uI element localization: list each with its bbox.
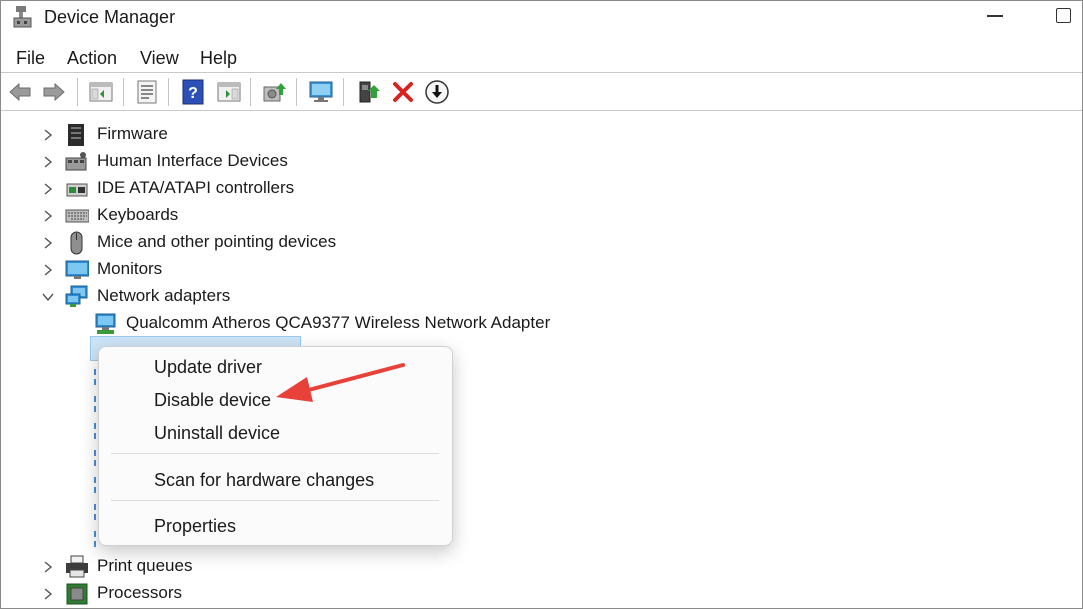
context-menu-separator [111,500,439,501]
svg-text:?: ? [188,85,198,102]
network-icon [65,285,88,307]
disable-device-icon[interactable] [424,79,450,105]
toolbar-separator [123,78,124,106]
forward-arrow-icon[interactable] [41,79,67,105]
tree-item-label: Mice and other pointing devices [97,232,337,251]
context-menu-properties[interactable]: Properties [154,516,236,537]
chevron-right-icon[interactable] [41,262,55,278]
tree-item-label: IDE ATA/ATAPI controllers [97,178,295,197]
tree-item-label: Print queues [97,556,193,575]
device-manager-app-icon [13,6,32,28]
tree-item-network-adapters[interactable]: Network adapters [1,285,1082,312]
toolbar-separator [77,78,78,106]
tree-item-label: Monitors [97,259,163,278]
tree-item-keyboards[interactable]: Keyboards [1,204,1082,231]
menu-view[interactable]: View [140,48,179,69]
enable-device-icon[interactable] [356,79,382,105]
ide-controller-icon [66,183,88,197]
chevron-right-icon[interactable] [41,181,55,197]
context-menu: Update driver Disable device Uninstall d… [98,346,453,546]
chevron-right-icon[interactable] [41,586,55,602]
tree-item-label: Processors [97,583,183,602]
context-menu-disable-device[interactable]: Disable device [154,390,271,411]
title-bar: Device Manager [1,1,1082,39]
toolbar: ? [1,73,1082,111]
chevron-right-icon[interactable] [41,559,55,575]
menu-action[interactable]: Action [67,48,117,69]
tree-item-monitors[interactable]: Monitors [1,258,1082,285]
scan-hardware-monitor-icon[interactable] [308,79,334,105]
processor-icon [66,583,88,605]
menu-help[interactable]: Help [200,48,237,69]
toolbar-separator [168,78,169,106]
hid-icon [65,152,87,171]
properties-icon[interactable] [134,79,160,105]
tree-item-human-interface-devices[interactable]: Human Interface Devices [1,150,1082,177]
chevron-right-icon[interactable] [41,154,55,170]
tree-item-label: Network adapters [97,286,231,305]
tree-item-firmware[interactable]: Firmware [1,123,1082,150]
chevron-down-icon[interactable] [41,289,55,305]
uninstall-device-x-icon[interactable] [390,79,416,105]
maximize-button[interactable] [1056,8,1071,23]
context-menu-scan-hardware[interactable]: Scan for hardware changes [154,470,374,491]
monitor-icon [65,260,89,279]
console-tree-icon[interactable] [88,79,114,105]
tree-item-mice-and-other-pointing-devices[interactable]: Mice and other pointing devices [1,231,1082,258]
toolbar-separator [343,78,344,106]
firmware-icon [68,124,84,146]
context-menu-update-driver[interactable]: Update driver [154,357,262,378]
tree-item-label: Firmware [97,124,168,143]
menu-bar: File Action View Help [1,39,1082,73]
toolbar-separator [250,78,251,106]
window-title: Device Manager [44,7,176,27]
context-menu-separator [111,453,439,454]
tree-item-label: Human Interface Devices [97,151,288,170]
help-icon[interactable]: ? [181,79,207,105]
back-arrow-icon[interactable] [7,79,33,105]
network-adapter-icon [95,313,116,334]
tree-item-qualcomm-adapter[interactable]: Qualcomm Atheros QCA9377 Wireless Networ… [1,312,1082,339]
tree-item-label: Keyboards [97,205,179,224]
tree-item-label: Qualcomm Atheros QCA9377 Wireless Networ… [126,313,551,332]
tree-item-print-queues[interactable]: Print queues [1,555,1082,582]
minimize-button[interactable] [987,15,1003,17]
tree-item-ide-ata-atapi-controllers[interactable]: IDE ATA/ATAPI controllers [1,177,1082,204]
action-pane-icon[interactable] [216,79,242,105]
chevron-right-icon[interactable] [41,208,55,224]
device-manager-window: Device Manager File Action View Help ? F… [0,0,1083,609]
chevron-right-icon[interactable] [41,235,55,251]
mouse-icon [70,231,83,255]
context-menu-uninstall-device[interactable]: Uninstall device [154,423,280,444]
toolbar-separator [296,78,297,106]
tree-item-processors[interactable]: Processors [1,582,1082,609]
update-driver-icon[interactable] [261,79,287,105]
printer-icon [66,555,88,578]
menu-file[interactable]: File [16,48,45,69]
chevron-right-icon[interactable] [41,127,55,143]
keyboard-icon [65,209,89,223]
